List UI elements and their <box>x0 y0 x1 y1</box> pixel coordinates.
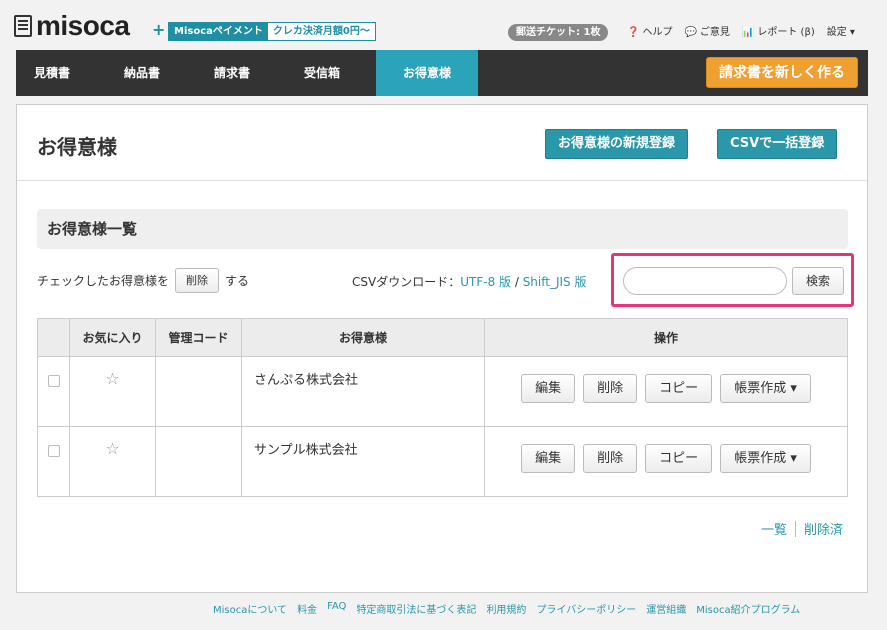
deleted-clients-link[interactable]: 削除済 <box>804 519 843 538</box>
header-actions: 操作 <box>484 318 848 357</box>
header-checkbox-col <box>37 318 70 357</box>
top-links: ❓ ヘルプ 💬 ご意見 📊 レポート (β) 設定 ▾ <box>627 24 855 41</box>
title-row: お得意様 お得意様の新規登録 CSVで一括登録 <box>17 105 867 181</box>
footer-link-about[interactable]: Misocaについて <box>213 601 287 616</box>
delete-button[interactable]: 削除 <box>583 444 638 473</box>
nav-item-estimates[interactable]: 見積書 <box>16 50 88 96</box>
nav-item-clients[interactable]: お得意様 <box>376 50 478 96</box>
favorite-cell: ☆ <box>69 356 156 427</box>
bulk-suffix-text: する <box>225 274 250 288</box>
footer-link-terms[interactable]: 利用規約 <box>486 601 526 616</box>
search-highlight: 検索 <box>611 253 854 307</box>
star-icon[interactable]: ☆ <box>70 427 155 458</box>
client-table: お気に入り 管理コード お得意様 操作 ☆ さんぷる株式会社 編集 削除 コピー… <box>37 318 848 497</box>
client-name-cell: サンプル株式会社 <box>241 426 485 497</box>
payment-promo-banner[interactable]: Misocaペイメント クレカ決済月額0円〜 <box>168 22 376 41</box>
actions-cell: 編集 削除 コピー 帳票作成 ▾ <box>484 426 848 497</box>
question-icon: ❓ <box>627 27 640 38</box>
feedback-link[interactable]: 💬 ご意見 <box>684 24 729 41</box>
settings-menu[interactable]: 設定 ▾ <box>827 24 855 41</box>
footer-link-privacy[interactable]: プライバシーポリシー <box>536 601 636 616</box>
nav-item-inbox[interactable]: 受信箱 <box>286 50 358 96</box>
bulk-actions: チェックしたお得意様を 削除 する <box>37 268 249 293</box>
code-cell <box>155 426 242 497</box>
new-invoice-button[interactable]: 請求書を新しく作る <box>706 57 858 88</box>
footer-link-pricing[interactable]: 料金 <box>297 601 317 616</box>
header-code: 管理コード <box>155 318 242 357</box>
bulk-prefix-text: チェックしたお得意様を <box>37 274 170 288</box>
star-icon[interactable]: ☆ <box>70 357 155 388</box>
top-bar: misoca + Misocaペイメント クレカ決済月額0円〜 郵送チケット: … <box>0 0 887 50</box>
footer-link-referral[interactable]: Misoca紹介プログラム <box>696 601 800 616</box>
main-nav: 見積書 納品書 請求書 受信箱 お得意様 請求書を新しく作る <box>16 50 868 96</box>
search-button[interactable]: 検索 <box>792 267 844 295</box>
favorite-cell: ☆ <box>69 426 156 497</box>
table-header-row: お気に入り 管理コード お得意様 操作 <box>37 318 848 357</box>
client-list-heading: お得意様一覧 <box>37 209 848 249</box>
misoca-logo[interactable]: misoca <box>14 10 130 41</box>
copy-button[interactable]: コピー <box>645 374 713 403</box>
report-link[interactable]: 📊 レポート (β) <box>742 24 815 41</box>
nav-item-invoices[interactable]: 請求書 <box>196 50 268 96</box>
all-clients-link[interactable]: 一覧 <box>761 519 787 538</box>
footer-link-faq[interactable]: FAQ <box>327 601 346 616</box>
row-checkbox-cell <box>37 426 70 497</box>
csv-separator: / <box>511 275 523 289</box>
table-row: ☆ サンプル株式会社 編集 削除 コピー 帳票作成 ▾ <box>37 426 848 497</box>
client-name-link[interactable]: さんぷる株式会社 <box>242 357 484 388</box>
main-panel: お得意様 お得意様の新規登録 CSVで一括登録 お得意様一覧 チェックしたお得意… <box>16 104 868 593</box>
help-link[interactable]: ❓ ヘルプ <box>627 24 672 41</box>
header-client-name: お得意様 <box>241 318 485 357</box>
create-document-dropdown[interactable]: 帳票作成 ▾ <box>720 444 811 473</box>
nav-item-delivery-notes[interactable]: 納品書 <box>106 50 178 96</box>
chart-icon: 📊 <box>741 27 755 38</box>
promo-offer: クレカ決済月額0円〜 <box>267 23 375 40</box>
copy-button[interactable]: コピー <box>645 444 713 473</box>
footer-link-legal[interactable]: 特定商取引法に基づく表記 <box>356 601 476 616</box>
logo-text: misoca <box>36 10 130 41</box>
plus-sign: + <box>152 20 166 39</box>
header-favorite: お気に入り <box>69 318 156 357</box>
footer-links: Misocaについて 料金 FAQ 特定商取引法に基づく表記 利用規約 プライバ… <box>213 601 800 616</box>
delete-button[interactable]: 削除 <box>583 374 638 403</box>
document-icon <box>14 15 32 37</box>
page-title: お得意様 <box>37 135 117 159</box>
new-client-button[interactable]: お得意様の新規登録 <box>545 129 689 159</box>
csv-download: CSVダウンロード：UTF-8 版 / Shift_JIS 版 <box>352 273 586 290</box>
search-input[interactable] <box>623 267 787 295</box>
create-document-dropdown[interactable]: 帳票作成 ▾ <box>720 374 811 403</box>
promo-name: Misocaペイメント <box>169 23 268 40</box>
csv-sjis-link[interactable]: Shift_JIS 版 <box>523 275 587 289</box>
row-checkbox[interactable] <box>47 445 60 457</box>
client-name-link[interactable]: サンプル株式会社 <box>242 427 484 458</box>
divider <box>794 520 796 537</box>
row-checkbox[interactable] <box>47 375 60 387</box>
csv-import-button[interactable]: CSVで一括登録 <box>717 129 838 159</box>
postal-ticket-badge[interactable]: 郵送チケット: 1枚 <box>508 24 609 41</box>
code-cell <box>155 356 242 427</box>
speech-bubble-icon: 💬 <box>684 27 697 38</box>
footer-link-company[interactable]: 運営組織 <box>646 601 686 616</box>
client-name-cell: さんぷる株式会社 <box>241 356 485 427</box>
actions-cell: 編集 削除 コピー 帳票作成 ▾ <box>484 356 848 427</box>
edit-button[interactable]: 編集 <box>521 374 576 403</box>
row-checkbox-cell <box>37 356 70 427</box>
csv-label: CSVダウンロード： <box>352 275 461 289</box>
csv-utf8-link[interactable]: UTF-8 版 <box>460 275 511 289</box>
bulk-delete-button[interactable]: 削除 <box>175 268 220 293</box>
edit-button[interactable]: 編集 <box>521 444 576 473</box>
list-filter-links: 一覧 削除済 <box>761 519 843 538</box>
table-row: ☆ さんぷる株式会社 編集 削除 コピー 帳票作成 ▾ <box>37 356 848 427</box>
